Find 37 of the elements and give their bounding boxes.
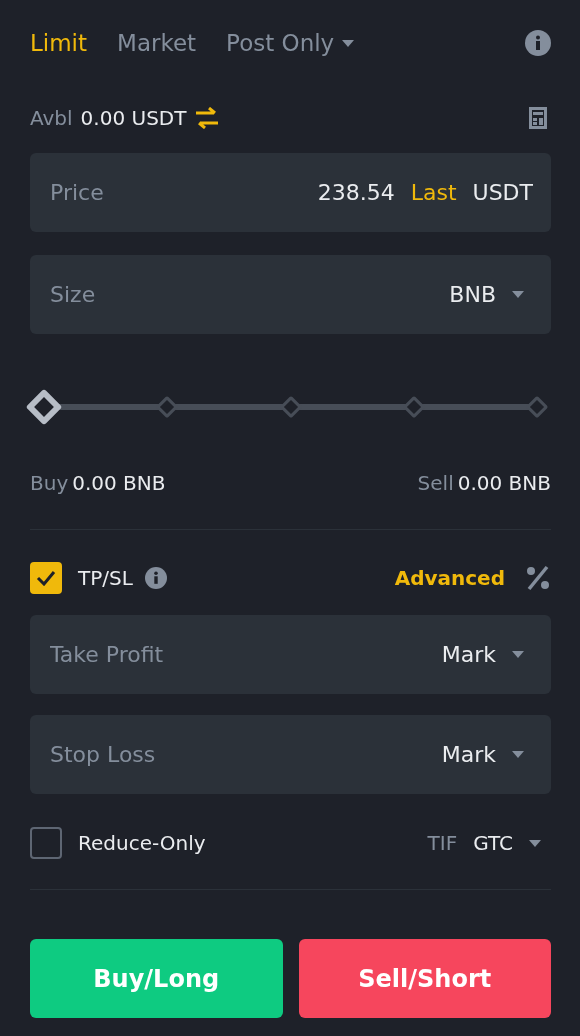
order-type-tab[interactable]: Market <box>117 25 197 61</box>
caret-icon <box>512 651 524 658</box>
last-price-link[interactable]: Last <box>410 176 457 209</box>
price-value: 238.54 <box>317 179 395 207</box>
caret-icon <box>512 751 524 758</box>
tif-dropdown[interactable]: GTC <box>473 828 541 858</box>
caret-icon <box>512 291 524 298</box>
available-balance: 0.00 USDT <box>80 105 187 132</box>
trigger-dropdown[interactable]: Mark <box>441 638 524 671</box>
input-field[interactable]: Size BNB <box>30 255 551 334</box>
checkbox[interactable] <box>30 562 62 594</box>
trigger-dropdown[interactable]: Mark <box>441 738 524 771</box>
sell-amount: 0.00 BNB <box>457 470 551 497</box>
available-label: Avbl <box>30 105 73 132</box>
info-icon[interactable] <box>525 30 551 56</box>
unit-dropdown[interactable]: BNB <box>449 278 524 311</box>
tif-label: TIF <box>427 830 458 857</box>
unit-label: USDT <box>472 179 533 207</box>
buy-amount: 0.00 BNB <box>72 470 166 497</box>
info-icon[interactable] <box>144 567 167 589</box>
input-field[interactable]: Take Profit Mark <box>30 615 551 694</box>
checkbox[interactable] <box>30 827 62 859</box>
input-field[interactable]: Stop Loss Mark <box>30 715 551 794</box>
checkmark-icon <box>36 570 56 586</box>
checkbox-label: Reduce-Only <box>78 830 206 857</box>
caret-icon <box>529 839 541 847</box>
percent-icon[interactable] <box>525 565 551 591</box>
input-field[interactable]: Price 238.54 Last USDT <box>30 153 551 232</box>
transfer-icon[interactable] <box>194 107 221 129</box>
calculator-icon[interactable] <box>529 107 547 129</box>
checkbox-label: TP/SL <box>78 565 133 592</box>
order-type-tab[interactable]: Post Only <box>226 25 355 61</box>
buy-label: Buy <box>30 470 69 497</box>
sell-label: Sell <box>417 470 454 497</box>
order-type-tab[interactable]: Limit <box>30 25 88 61</box>
advanced-link[interactable]: Advanced <box>394 563 505 593</box>
sell-short-button[interactable]: Sell/Short <box>298 939 551 1018</box>
